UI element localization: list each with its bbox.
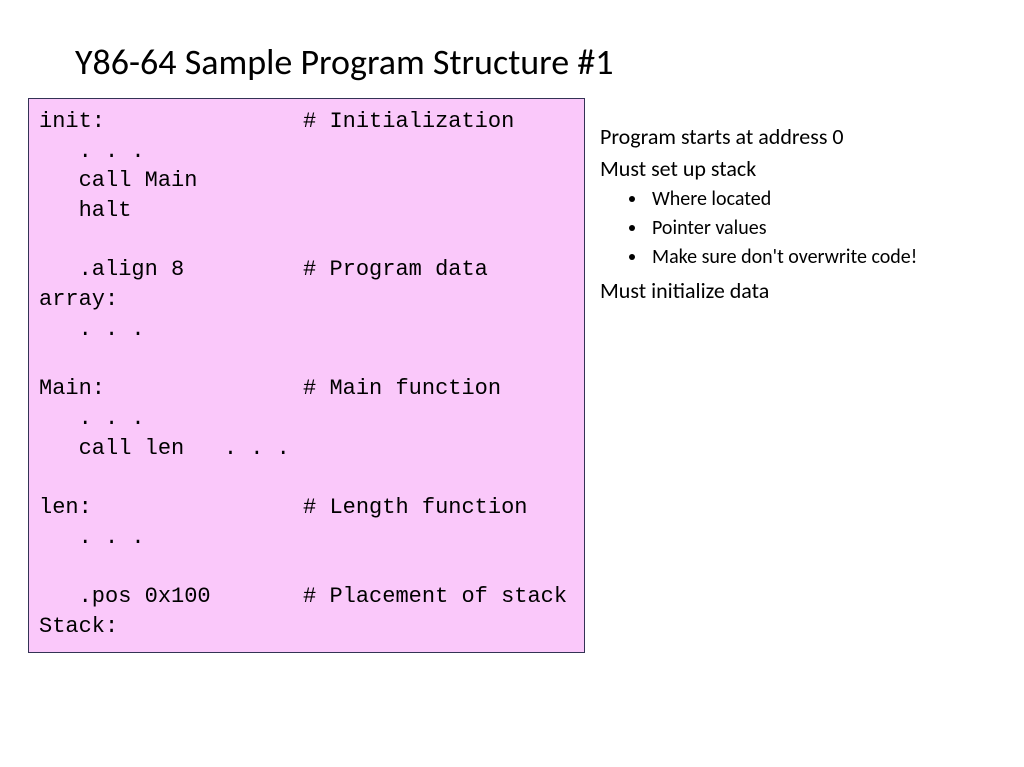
note-line-3: Must initialize data — [600, 276, 1000, 306]
notes-panel: Program starts at address 0 Must set up … — [600, 122, 1000, 308]
bullet-item: Where located — [648, 185, 1000, 214]
code-block: init: # Initialization . . . call Main h… — [28, 98, 585, 653]
slide-title: Y86-64 Sample Program Structure #1 — [75, 40, 613, 84]
note-line-1: Program starts at address 0 — [600, 122, 1000, 152]
note-line-2: Must set up stack — [600, 154, 1000, 184]
bullet-item: Pointer values — [648, 214, 1000, 243]
bullet-list: Where located Pointer values Make sure d… — [648, 185, 1000, 272]
bullet-item: Make sure don't overwrite code! — [648, 243, 1000, 272]
